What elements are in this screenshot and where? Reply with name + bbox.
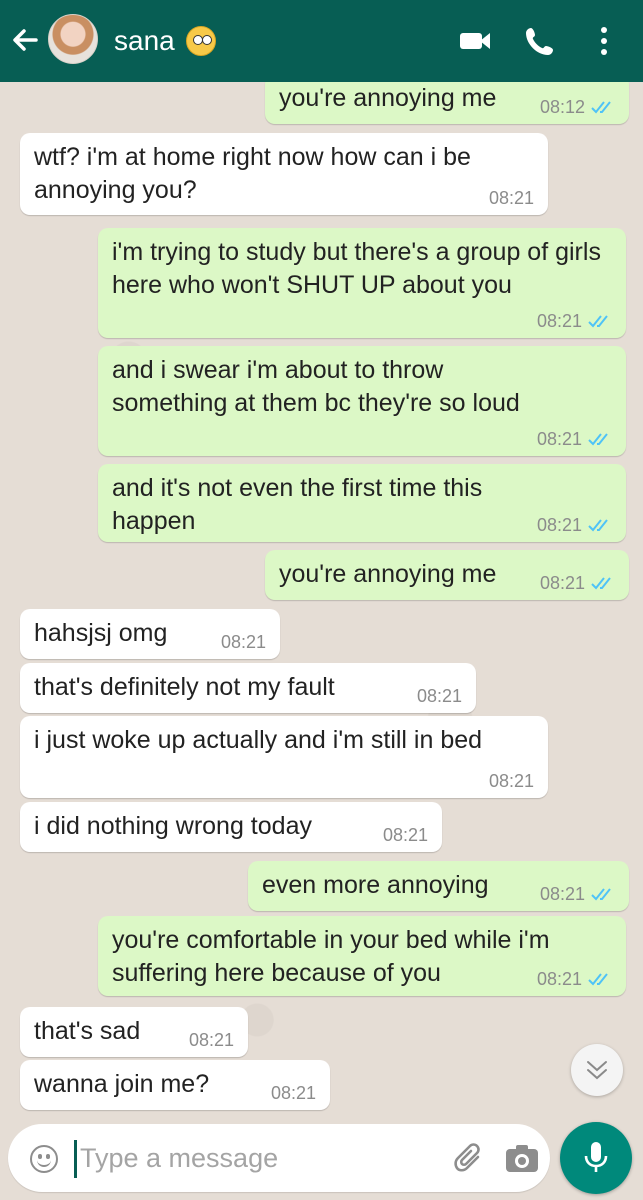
message-text: i did nothing wrong today — [34, 812, 312, 840]
message-bubble-incoming[interactable]: i just woke up actually and i'm still in… — [20, 716, 548, 798]
message-bubble-outgoing[interactable]: and it's not even the first time this ha… — [98, 464, 626, 542]
read-ticks-icon — [588, 431, 614, 447]
text-cursor — [74, 1140, 77, 1178]
message-time: 08:21 — [536, 515, 582, 535]
read-ticks-icon — [591, 886, 617, 902]
message-time: 08:21 — [416, 686, 462, 706]
message-text: and i swear i'm about to throw something… — [112, 356, 520, 417]
message-time: 08:12 — [539, 97, 585, 117]
message-bubble-outgoing[interactable]: even more annoying 08:21 — [248, 861, 629, 911]
more-options-icon[interactable] — [594, 24, 614, 58]
emoji-icon[interactable] — [30, 1145, 58, 1173]
message-time: 08:21 — [488, 771, 534, 791]
microphone-button[interactable] — [560, 1122, 632, 1194]
message-bubble-outgoing[interactable]: and i swear i'm about to throw something… — [98, 346, 626, 456]
message-bubble-outgoing[interactable]: i'm trying to study but there's a group … — [98, 228, 626, 338]
contact-name[interactable]: sana — [114, 24, 175, 58]
contact-avatar[interactable] — [48, 14, 98, 64]
message-time: 08:21 — [188, 1030, 234, 1050]
scroll-to-bottom-button[interactable] — [571, 1044, 623, 1096]
message-bubble-outgoing[interactable]: you're comfortable in your bed while i'm… — [98, 916, 626, 996]
message-bubble-incoming[interactable]: that's sad 08:21 — [20, 1007, 248, 1057]
video-call-icon[interactable] — [458, 24, 494, 58]
message-time: 08:21 — [536, 969, 582, 989]
camera-icon[interactable] — [506, 1144, 538, 1172]
message-text: i'm trying to study but there's a group … — [112, 238, 601, 299]
read-ticks-icon — [591, 99, 617, 115]
message-time: 08:21 — [220, 632, 266, 652]
message-time: 08:21 — [488, 188, 534, 208]
read-ticks-icon — [588, 971, 614, 987]
message-time: 08:21 — [270, 1083, 316, 1103]
read-ticks-icon — [588, 517, 614, 533]
message-text: i just woke up actually and i'm still in… — [34, 726, 483, 754]
paperclip-icon[interactable] — [452, 1140, 486, 1176]
message-bubble-incoming[interactable]: wanna join me? 08:21 — [20, 1060, 330, 1110]
voice-call-icon[interactable] — [522, 24, 558, 58]
message-list: you're annoying me 08:12 wtf? i'm at hom… — [0, 0, 643, 1200]
message-bubble-incoming[interactable]: that's definitely not my fault 08:21 — [20, 663, 476, 713]
read-ticks-icon — [588, 313, 614, 329]
microphone-icon — [584, 1142, 608, 1172]
message-time: 08:21 — [536, 311, 582, 331]
read-ticks-icon — [591, 575, 617, 591]
double-chevron-down-icon — [587, 1061, 607, 1080]
message-bubble-incoming[interactable]: hahsjsj omg 08:21 — [20, 609, 280, 659]
rolling-eyes-emoji-icon — [186, 26, 216, 56]
message-input[interactable] — [80, 1138, 400, 1178]
message-time: 08:21 — [539, 573, 585, 593]
message-composer — [8, 1124, 550, 1192]
message-bubble-incoming[interactable]: wtf? i'm at home right now how can i be … — [20, 133, 548, 215]
message-text: wtf? i'm at home right now how can i be … — [34, 143, 471, 204]
message-time: 08:21 — [382, 825, 428, 845]
message-time: 08:21 — [539, 884, 585, 904]
message-bubble-outgoing[interactable]: you're annoying me 08:21 — [265, 550, 629, 600]
message-text: that's definitely not my fault — [34, 673, 335, 701]
message-bubble-incoming[interactable]: i did nothing wrong today 08:21 — [20, 802, 442, 852]
message-time: 08:21 — [536, 429, 582, 449]
back-arrow-icon[interactable] — [10, 22, 42, 58]
chat-header: sana — [0, 0, 643, 82]
